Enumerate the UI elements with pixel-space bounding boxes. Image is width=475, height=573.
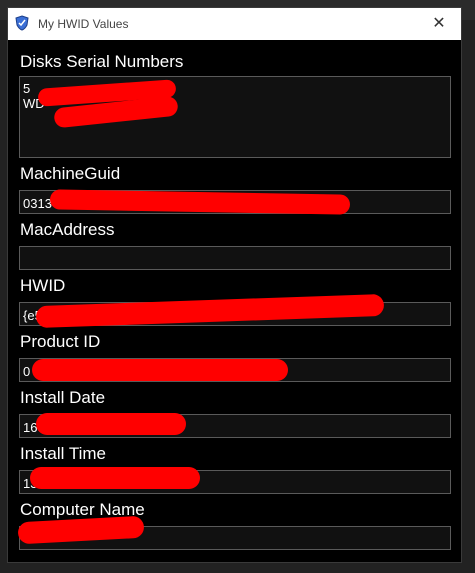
- redaction-mark: [30, 467, 200, 489]
- label-mac-address: MacAddress: [20, 220, 115, 239]
- label-product-id: Product ID: [20, 332, 101, 351]
- redaction-mark: [32, 359, 288, 381]
- label-machine-guid: MachineGuid: [20, 164, 121, 183]
- title-bar[interactable]: My HWID Values ✕: [8, 8, 461, 40]
- label-disks-serial-numbers: Disks Serial Numbers: [20, 52, 184, 71]
- window-title: My HWID Values: [38, 17, 129, 31]
- mac-address-field[interactable]: [19, 246, 451, 270]
- hwid-window: My HWID Values ✕ Disks Serial Numbers 5 …: [7, 7, 462, 563]
- close-icon[interactable]: ✕: [419, 8, 459, 40]
- label-install-date: Install Date: [20, 388, 106, 407]
- redaction-mark: [36, 413, 186, 435]
- label-hwid: HWID: [20, 276, 66, 295]
- shield-icon: [15, 15, 29, 31]
- label-install-time: Install Time: [20, 444, 106, 463]
